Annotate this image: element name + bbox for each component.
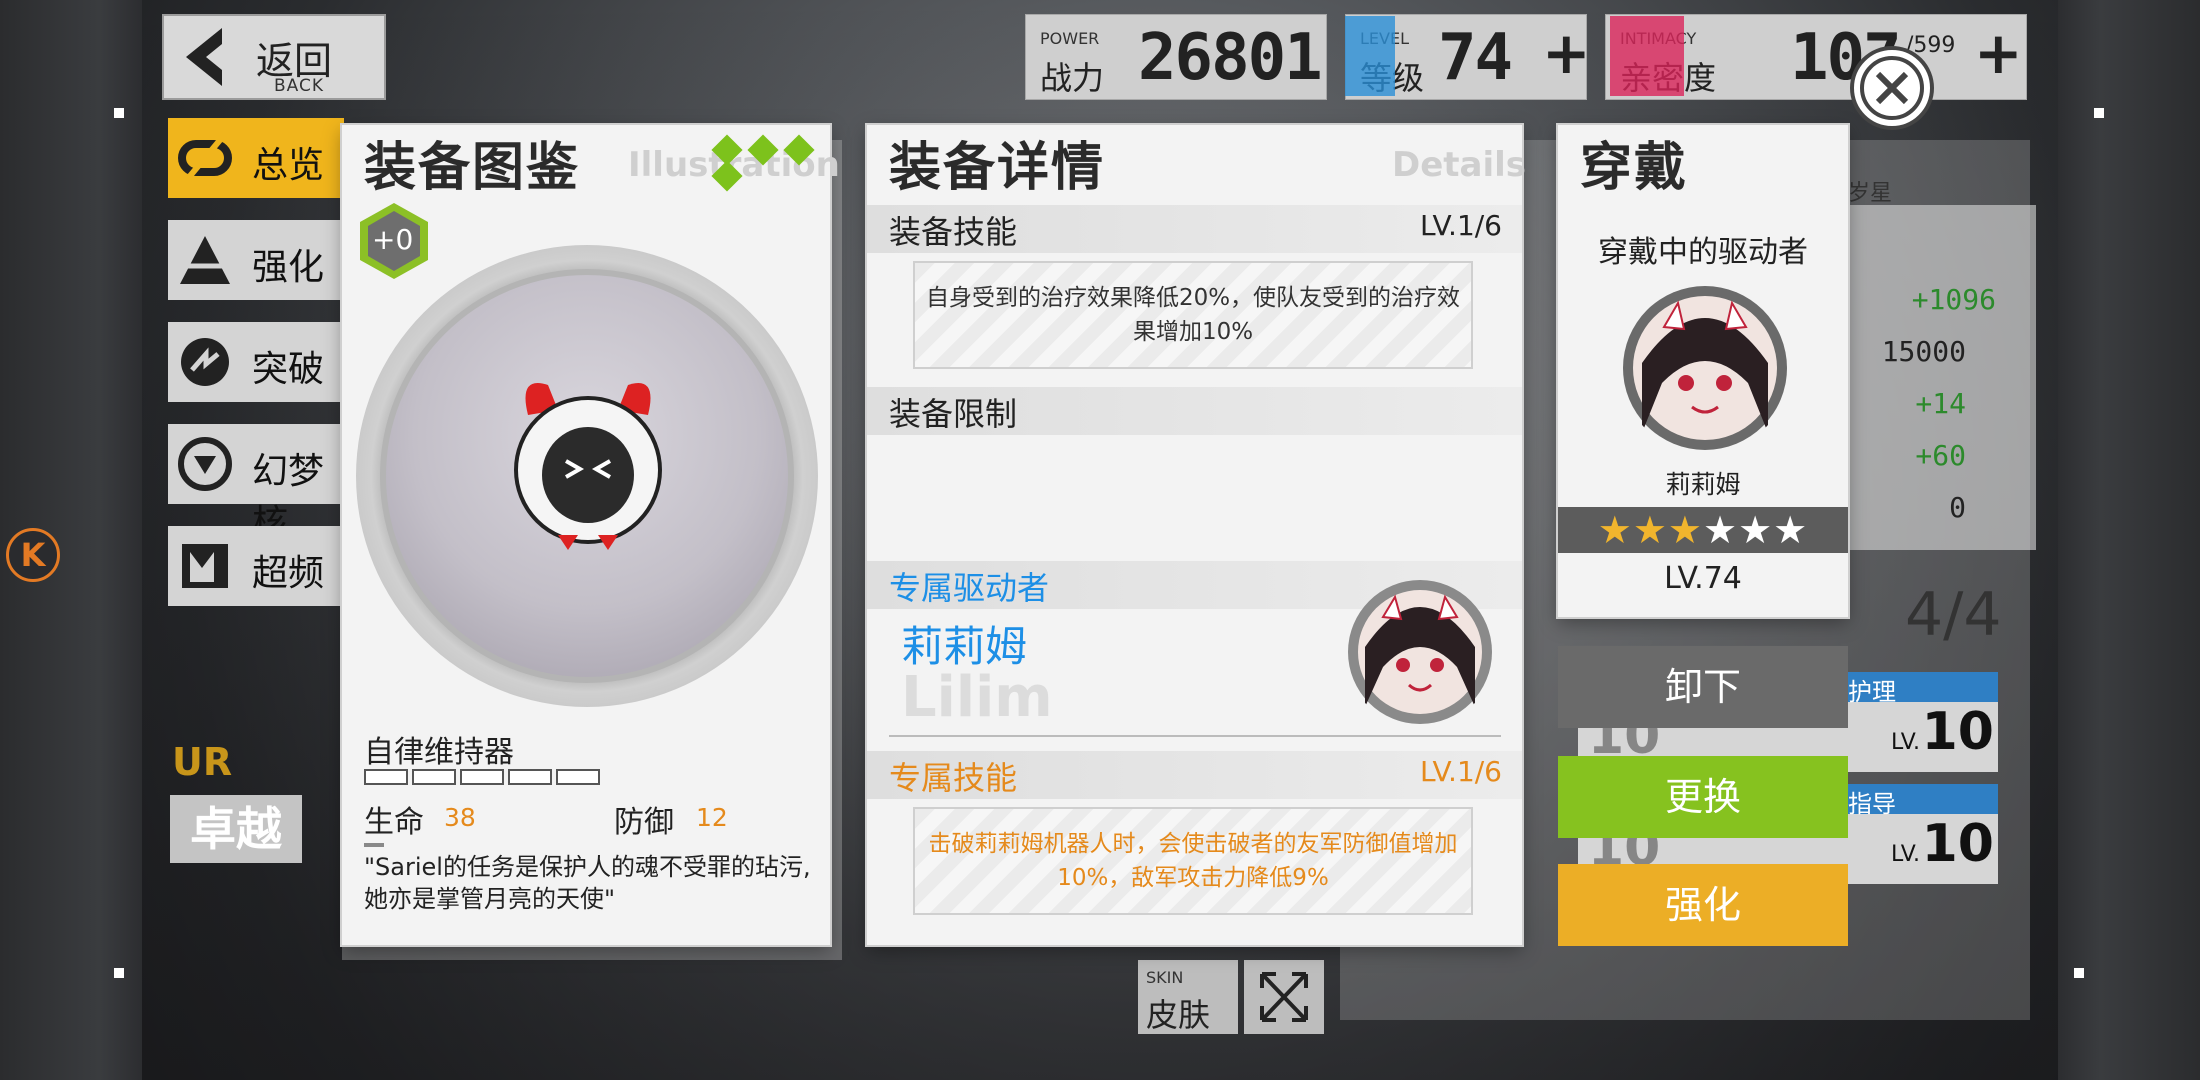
tab-enhance[interactable]: 强化 — [168, 220, 344, 300]
star-filled-icon: ★★★ — [1597, 508, 1703, 552]
slot-level: 10 — [1921, 702, 1994, 762]
tab-overclock[interactable]: 超频 — [168, 526, 344, 606]
skin-cn-label: 皮肤 — [1146, 996, 1211, 1034]
tab-overview-label: 总览 — [252, 145, 325, 186]
exclusive-driver-avatar[interactable] — [1345, 577, 1495, 727]
details-title: 装备详情 — [889, 138, 1106, 198]
slot-level: 10 — [1921, 814, 1994, 874]
corner-marker — [114, 968, 124, 978]
hp-value: 38 — [444, 803, 476, 832]
wearer-title: 穿戴 — [1580, 138, 1689, 198]
enhance-button[interactable]: 强化 — [1558, 864, 1848, 946]
exclusive-driver-title: 专属驱动者 — [889, 569, 1050, 607]
wearer-level: LV.74 — [1664, 561, 1742, 596]
stat-value: 0 — [1949, 491, 1966, 524]
wearer-star-rating: ★★★★★★ — [1558, 507, 1848, 553]
rarity-bars — [364, 769, 604, 789]
stat-bonus: +60 — [1915, 439, 1966, 472]
enhance-icon — [180, 236, 230, 284]
star-rank-label: 岁星 — [1848, 181, 1893, 206]
back-button[interactable]: 返回 BACK — [162, 14, 386, 100]
stat-bonus: +1096 — [1911, 283, 1996, 316]
equipment-illustration-card: Illustration 装备图鉴 +0 自律维持器 生命 38 防御 12 "… — [342, 125, 840, 945]
k-menu-button[interactable]: K — [6, 528, 60, 582]
wearer-card: 穿戴 穿戴中的驱动者 莉莉姆 ★★★★★★ LV.74 — [1558, 125, 1848, 617]
defense-label: 防御 — [614, 805, 674, 840]
rarity-diamond-icon — [711, 160, 743, 192]
dream-core-icon — [178, 437, 232, 491]
corner-marker — [2094, 108, 2104, 118]
star-empty-icon: ★★★ — [1703, 508, 1809, 552]
equipment-name: 自律维持器 — [364, 735, 514, 770]
right-frame — [2058, 0, 2200, 1080]
rarity-diamond-icon — [747, 134, 779, 166]
enhance-level-text: +0 — [372, 223, 414, 256]
back-arrow-icon — [186, 28, 222, 86]
expand-icon — [1260, 972, 1308, 1022]
slot-label: 指导 — [1838, 784, 1998, 818]
stat-bonus: +14 — [1915, 387, 1966, 420]
devil-helmet-icon — [514, 383, 662, 550]
illustration-title: 装备图鉴 — [364, 138, 581, 198]
intimacy-color-tag — [1610, 16, 1684, 96]
power-stat: POWER 战力 26801 — [1025, 14, 1327, 100]
slots-count: 4/4 — [1905, 580, 2002, 650]
intimacy-plus-button[interactable]: + — [1974, 19, 2023, 87]
overclock-icon — [182, 544, 228, 588]
tab-breakthrough[interactable]: 突破 — [168, 322, 344, 402]
limit-title: 装备限制 — [889, 395, 1018, 433]
stat-value: 15000 — [1881, 335, 1966, 368]
rarity-diamond-icon — [783, 134, 815, 166]
skill-level: LV.1/6 — [1419, 209, 1502, 242]
skill-title: 装备技能 — [889, 213, 1018, 251]
wearer-subtitle: 穿戴中的驱动者 — [1598, 235, 1808, 270]
skin-button[interactable]: SKIN 皮肤 — [1138, 960, 1238, 1034]
defense-value: 12 — [696, 803, 728, 832]
tab-dream-core[interactable]: 幻梦核 — [168, 424, 344, 544]
replace-button[interactable]: 更换 — [1558, 756, 1848, 838]
exclusive-driver-en: Lilim — [901, 665, 1053, 730]
tab-overview[interactable]: 总览 — [168, 118, 344, 198]
corner-marker — [2074, 968, 2084, 978]
tab-enhance-label: 强化 — [252, 247, 325, 288]
equipment-quote: "Sariel的任务是保护人的魂不受罪的玷污,她亦是掌管月亮的天使" — [364, 853, 811, 913]
back-sublabel: BACK — [274, 76, 325, 96]
power-value: 26801 — [1138, 21, 1323, 95]
power-en-label: POWER — [1040, 29, 1100, 48]
exclusive-skill-level: LV.1/6 — [1419, 755, 1502, 788]
level-plus-button[interactable]: + — [1542, 19, 1591, 87]
tab-overclock-label: 超频 — [252, 553, 325, 594]
breakthrough-icon — [181, 338, 229, 386]
level-color-tag — [1345, 16, 1395, 96]
overview-icon — [178, 138, 232, 178]
level-value: 74 — [1438, 21, 1513, 95]
wearer-avatar[interactable] — [1620, 283, 1790, 453]
unequip-button[interactable]: 卸下 — [1558, 646, 1848, 728]
slot-lv-prefix: LV. — [1890, 730, 1920, 755]
power-cn-label: 战力 — [1040, 59, 1105, 97]
hp-label: 生命 — [364, 805, 424, 840]
class-tag: 卓越 — [170, 795, 302, 863]
close-icon — [1860, 56, 1924, 120]
exclusive-skill-description: 击破莉莉姆机器人时，会使击破者的友军防御值增加10%，敌军攻击力降低9% — [913, 807, 1473, 915]
corner-marker — [114, 108, 124, 118]
exclusive-driver-name: 莉莉姆 — [901, 622, 1028, 671]
slot-lv-prefix: LV. — [1890, 842, 1920, 867]
details-en-title: Details — [1392, 145, 1527, 185]
skill-description: 自身受到的治疗效果降低20%，使队友受到的治疗效果增加10% — [913, 261, 1473, 369]
wearer-name: 莉莉姆 — [1665, 470, 1741, 499]
close-button[interactable] — [1850, 46, 1934, 130]
slot-label: 护理 — [1838, 672, 1998, 706]
divider — [889, 735, 1501, 737]
tab-breakthrough-label: 突破 — [252, 349, 325, 390]
fullscreen-button[interactable] — [1244, 960, 1324, 1034]
skin-en-label: SKIN — [1146, 968, 1184, 987]
equipment-display — [380, 269, 794, 683]
exclusive-skill-title: 专属技能 — [889, 759, 1018, 797]
divider — [364, 843, 384, 847]
equipment-details-card: Details 装备详情 装备技能 LV.1/6 自身受到的治疗效果降低20%，… — [867, 125, 1526, 945]
rarity-diamonds — [702, 134, 830, 192]
rarity-tag: UR — [172, 740, 233, 784]
